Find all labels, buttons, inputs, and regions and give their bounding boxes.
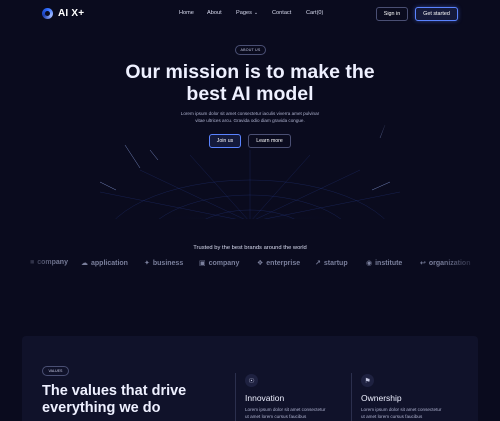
nav-link-contact[interactable]: Contact	[272, 10, 291, 16]
brand-name: institute	[375, 259, 403, 267]
feature-text: Lorem ipsum dolor sit amet consectetur u…	[361, 406, 471, 420]
logo[interactable]: AI X+	[42, 8, 84, 19]
brand-logo: ✦ business	[144, 259, 184, 268]
logo-text: AI X+	[58, 8, 85, 19]
cube-icon: ▣	[199, 260, 206, 267]
feature-text-line-2: ut amet lorem cursus faucibus	[361, 414, 423, 419]
feature-text-line-1: Lorem ipsum dolor sit amet consectetur	[245, 407, 326, 412]
values-divider	[351, 373, 352, 421]
join-us-button[interactable]: Join us	[209, 134, 241, 148]
trusted-heading: Trusted by the best brands around the wo…	[193, 245, 307, 251]
learn-more-button[interactable]: Learn more	[248, 134, 291, 148]
brand-name: company	[208, 259, 240, 267]
hero-title: Our mission is to make the best AI model	[100, 61, 400, 105]
asterisk-icon: ❖	[257, 260, 264, 267]
ring-icon: ◉	[366, 260, 373, 267]
values-divider	[235, 373, 236, 421]
values-badge: VALUES	[42, 366, 69, 376]
cloud-icon: ☁	[81, 260, 88, 267]
brand-logo: ❖ enterprise	[257, 259, 301, 268]
values-title: The values that drive everything we do	[42, 383, 222, 417]
brand-name: startup	[323, 259, 348, 267]
bulb-icon: ☉	[245, 374, 258, 387]
hero-title-line-1: Our mission is to make the	[125, 61, 375, 83]
brand-logo: ↗ startup	[315, 259, 348, 268]
brand-logo: ☁ application	[81, 259, 128, 268]
values-title-line-2: everything we do	[42, 400, 161, 416]
logo-icon	[42, 8, 53, 19]
sparkle-icon: ✦	[144, 260, 150, 267]
feature-title: Innovation	[245, 393, 285, 403]
hero-title-line-2: best AI model	[186, 83, 314, 105]
nav-link-home[interactable]: Home	[179, 10, 194, 16]
nav-link-pages[interactable]: Pages ⌄	[236, 10, 258, 16]
get-started-button[interactable]: Get started	[415, 7, 458, 21]
flag-icon: ⚑	[361, 374, 374, 387]
sign-in-button[interactable]: Sign in	[376, 7, 408, 21]
brand-logo: ◉ institute	[366, 259, 403, 268]
chevron-down-icon: ⌄	[253, 10, 259, 16]
hero-subtitle: Lorem ipsum dolor sit amet consectetur i…	[165, 110, 335, 124]
nav-link-about[interactable]: About	[207, 10, 222, 16]
feature-text: Lorem ipsum dolor sit amet consectetur u…	[245, 406, 355, 420]
values-title-line-1: The values that drive	[42, 383, 187, 399]
nav-link-cart[interactable]: Cart(0)	[306, 10, 323, 16]
brand-name: enterprise	[266, 259, 301, 267]
trend-icon: ↗	[315, 260, 321, 267]
hook-icon: ↩	[420, 260, 426, 267]
brand-name: application	[91, 259, 128, 267]
nav-link-pages-label: Pages	[236, 10, 252, 16]
top-nav: AI X+ Home About Pages ⌄ Contact Cart(0) …	[0, 0, 500, 28]
feature-title: Ownership	[361, 393, 402, 403]
feature-text-line-2: ut amet lorem cursus faucibus	[245, 414, 307, 419]
brand-name: business	[152, 259, 184, 267]
feature-text-line-1: Lorem ipsum dolor sit amet consectetur	[361, 407, 442, 412]
about-badge: ABOUT US	[235, 45, 266, 55]
hero-subtitle-line-1: Lorem ipsum dolor sit amet consectetur i…	[180, 111, 320, 116]
brand-fade-right	[440, 255, 500, 275]
brand-fade-left	[0, 255, 60, 275]
hero-subtitle-line-2: vitae ultrices arcu. Gravida odio diam g…	[195, 118, 305, 123]
brand-logo: ▣ company	[199, 259, 240, 268]
brand-logo-strip: ■ company ☁ application ✦ business ▣ com…	[0, 259, 500, 273]
